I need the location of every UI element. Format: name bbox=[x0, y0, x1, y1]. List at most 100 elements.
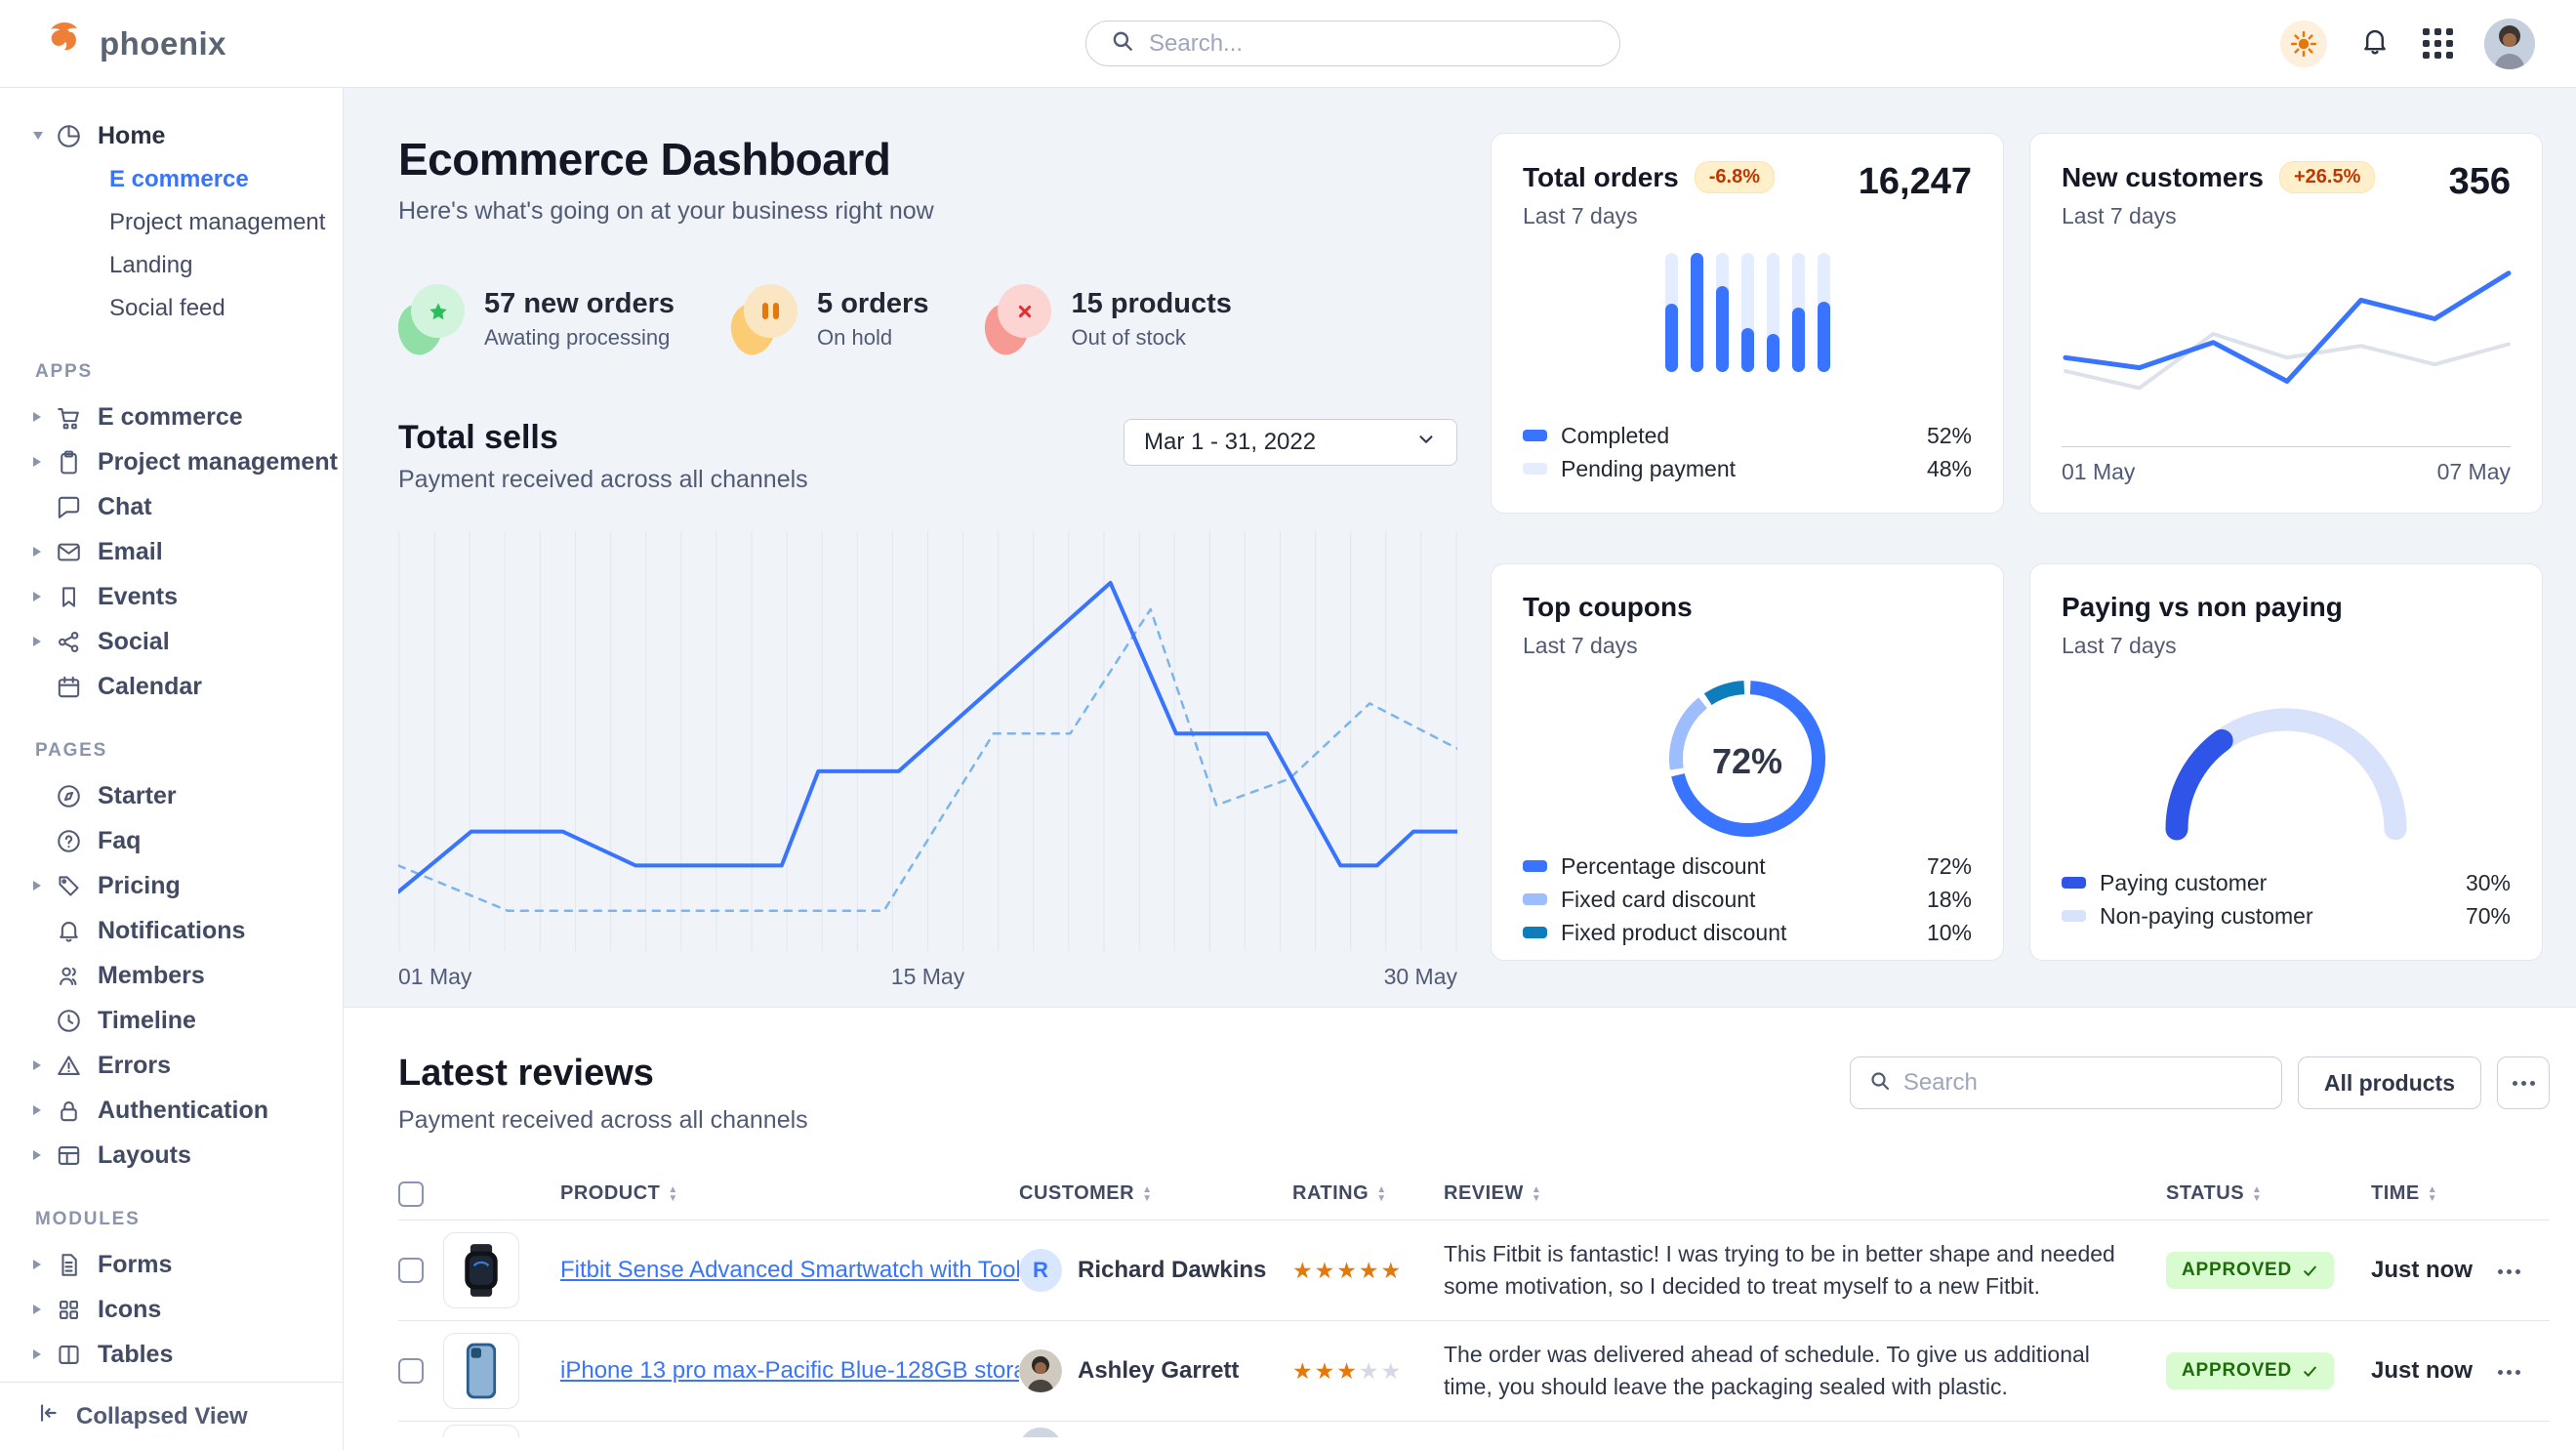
compass-icon bbox=[55, 782, 98, 810]
reviews-search[interactable] bbox=[1850, 1056, 2282, 1109]
sidebar-item-forms[interactable]: Forms bbox=[0, 1242, 343, 1287]
brand-name: phoenix bbox=[100, 25, 226, 62]
delta-badge: -6.8% bbox=[1695, 161, 1775, 193]
customer-cell[interactable]: Ashley Garrett bbox=[1019, 1349, 1292, 1392]
sidebar-subitem-landing[interactable]: Landing bbox=[0, 244, 343, 287]
global-search-input[interactable] bbox=[1149, 30, 1596, 58]
product-link[interactable]: Fitbit Sense Advanced Smartwatch with To… bbox=[560, 1257, 1019, 1284]
sidebar-item-email[interactable]: Email bbox=[0, 529, 343, 574]
sort-icon: ▲▼ bbox=[1532, 1185, 1541, 1203]
sort-icon: ▲▼ bbox=[1376, 1185, 1386, 1203]
sidebar-item-events[interactable]: Events bbox=[0, 574, 343, 619]
total-sells-line-chart bbox=[398, 531, 1457, 956]
total-sells-chart-card: Total sells Payment received across all … bbox=[398, 419, 1457, 990]
new-customers-x-axis: 01 May 07 May bbox=[2062, 459, 2511, 485]
sidebar-item-pricing[interactable]: Pricing bbox=[0, 863, 343, 908]
delta-badge: +26.5% bbox=[2279, 161, 2375, 193]
sidebar-item-calendar[interactable]: Calendar bbox=[0, 664, 343, 709]
total-orders-card: Total orders -6.8% Last 7 days 16,247 Co… bbox=[1491, 133, 2004, 514]
phoenix-flame-icon bbox=[43, 20, 86, 67]
column-time[interactable]: TIME▲▼ bbox=[2371, 1182, 2498, 1205]
reviews-more-button[interactable] bbox=[2497, 1056, 2550, 1109]
clipboard-icon bbox=[55, 448, 98, 476]
search-icon bbox=[1110, 28, 1135, 59]
row-menu-button[interactable] bbox=[2498, 1370, 2520, 1375]
sidebar-item-authentication[interactable]: Authentication bbox=[0, 1088, 343, 1133]
apps-grid-icon[interactable] bbox=[2423, 28, 2453, 59]
row-menu-button[interactable] bbox=[2498, 1269, 2520, 1274]
column-review[interactable]: REVIEW▲▼ bbox=[1444, 1182, 2166, 1205]
theme-toggle-sun-icon[interactable] bbox=[2280, 21, 2327, 67]
top-coupons-donut-chart: 72% bbox=[1661, 673, 1833, 849]
sidebar-section-apps: APPS bbox=[0, 361, 343, 383]
column-status[interactable]: STATUS▲▼ bbox=[2166, 1182, 2371, 1205]
date-range-select[interactable]: Mar 1 - 31, 2022 bbox=[1124, 419, 1457, 466]
all-products-filter-button[interactable]: All products bbox=[2298, 1056, 2481, 1109]
sidebar-item-social[interactable]: Social bbox=[0, 619, 343, 664]
table-row-partial bbox=[398, 1422, 2550, 1437]
caret-right-icon bbox=[33, 1105, 55, 1115]
new-customers-line-chart bbox=[2062, 237, 2511, 442]
sidebar-item-notifications[interactable]: Notifications bbox=[0, 908, 343, 953]
collapse-view-button[interactable]: Collapsed View bbox=[0, 1382, 343, 1450]
caret-right-icon bbox=[33, 1060, 55, 1070]
product-link[interactable]: iPhone 13 pro max-Pacific Blue-128GB sto… bbox=[560, 1357, 1019, 1385]
sidebar-item-faq[interactable]: Faq bbox=[0, 818, 343, 863]
reviews-title: Latest reviews bbox=[398, 1053, 808, 1095]
sidebar-item-chat[interactable]: Chat bbox=[0, 484, 343, 529]
customer-cell[interactable]: R Richard Dawkins bbox=[1019, 1249, 1292, 1292]
review-text: The order was delivered ahead of schedul… bbox=[1444, 1339, 2166, 1404]
reviews-subtitle: Payment received across all channels bbox=[398, 1106, 808, 1135]
sidebar-item-tables[interactable]: Tables bbox=[0, 1332, 343, 1377]
column-rating[interactable]: RATING▲▼ bbox=[1292, 1182, 1444, 1205]
sidebar-item-timeline[interactable]: Timeline bbox=[0, 998, 343, 1043]
sidebar-item-home[interactable]: Home bbox=[0, 113, 343, 158]
sidebar-subitem-social-feed[interactable]: Social feed bbox=[0, 287, 343, 330]
page-subtitle: Here's what's going on at your business … bbox=[398, 197, 1457, 226]
sidebar-subitem-e-commerce[interactable]: E commerce bbox=[0, 158, 343, 201]
users-icon bbox=[55, 962, 98, 990]
file-icon bbox=[55, 1251, 98, 1279]
customer-avatar-photo bbox=[1019, 1349, 1062, 1392]
brand-logo[interactable]: phoenix bbox=[0, 20, 226, 67]
check-icon bbox=[2302, 1263, 2318, 1279]
row-checkbox[interactable] bbox=[398, 1358, 424, 1384]
sidebar-subitem-project-management[interactable]: Project management bbox=[0, 201, 343, 244]
caret-right-icon bbox=[33, 457, 55, 467]
column-customer[interactable]: CUSTOMER▲▼ bbox=[1019, 1182, 1292, 1205]
product-thumbnail-smartwatch[interactable] bbox=[443, 1232, 519, 1308]
grid-icon bbox=[55, 1296, 98, 1324]
caret-right-icon bbox=[33, 547, 55, 557]
global-search[interactable] bbox=[1085, 21, 1620, 66]
sidebar-section-pages: PAGES bbox=[0, 740, 343, 762]
caret-right-icon bbox=[33, 881, 55, 891]
rating-stars: ★★★★★ bbox=[1292, 1358, 1403, 1384]
column-product[interactable]: PRODUCT▲▼ bbox=[560, 1182, 1019, 1205]
reviews-search-input[interactable] bbox=[1903, 1069, 2264, 1097]
sidebar-item-starter[interactable]: Starter bbox=[0, 773, 343, 818]
sidebar-item-layouts[interactable]: Layouts bbox=[0, 1133, 343, 1178]
notifications-bell-icon[interactable] bbox=[2358, 24, 2392, 62]
stat-out-of-stock: 15 productsOut of stock bbox=[985, 284, 1231, 354]
calendar-icon bbox=[55, 673, 98, 701]
total-orders-value: 16,247 bbox=[1859, 161, 1972, 203]
status-badge: APPROVED bbox=[2166, 1352, 2334, 1389]
caret-right-icon bbox=[33, 1260, 55, 1269]
product-thumbnail-iphone[interactable] bbox=[443, 1333, 519, 1409]
total-orders-bar-chart bbox=[1523, 253, 1972, 372]
rating-stars: ★★★★★ bbox=[1292, 1258, 1403, 1283]
quick-stats: 57 new ordersAwating processing 5 orders… bbox=[398, 284, 1457, 354]
sidebar-item-e-commerce[interactable]: E commerce bbox=[0, 394, 343, 439]
sidebar-item-errors[interactable]: Errors bbox=[0, 1043, 343, 1088]
stat-on-hold: 5 ordersOn hold bbox=[731, 284, 928, 354]
select-all-checkbox[interactable] bbox=[398, 1181, 424, 1207]
sidebar-item-project-management[interactable]: Project management bbox=[0, 439, 343, 484]
sidebar-item-icons[interactable]: Icons bbox=[0, 1287, 343, 1332]
sidebar-item-members[interactable]: Members bbox=[0, 953, 343, 998]
total-sells-subtitle: Payment received across all channels bbox=[398, 466, 808, 494]
search-icon bbox=[1868, 1069, 1892, 1098]
top-coupons-card: Top coupons Last 7 days 72% Percentage d… bbox=[1491, 563, 2004, 961]
caret-right-icon bbox=[33, 592, 55, 601]
user-avatar[interactable] bbox=[2484, 19, 2535, 69]
row-checkbox[interactable] bbox=[398, 1258, 424, 1283]
